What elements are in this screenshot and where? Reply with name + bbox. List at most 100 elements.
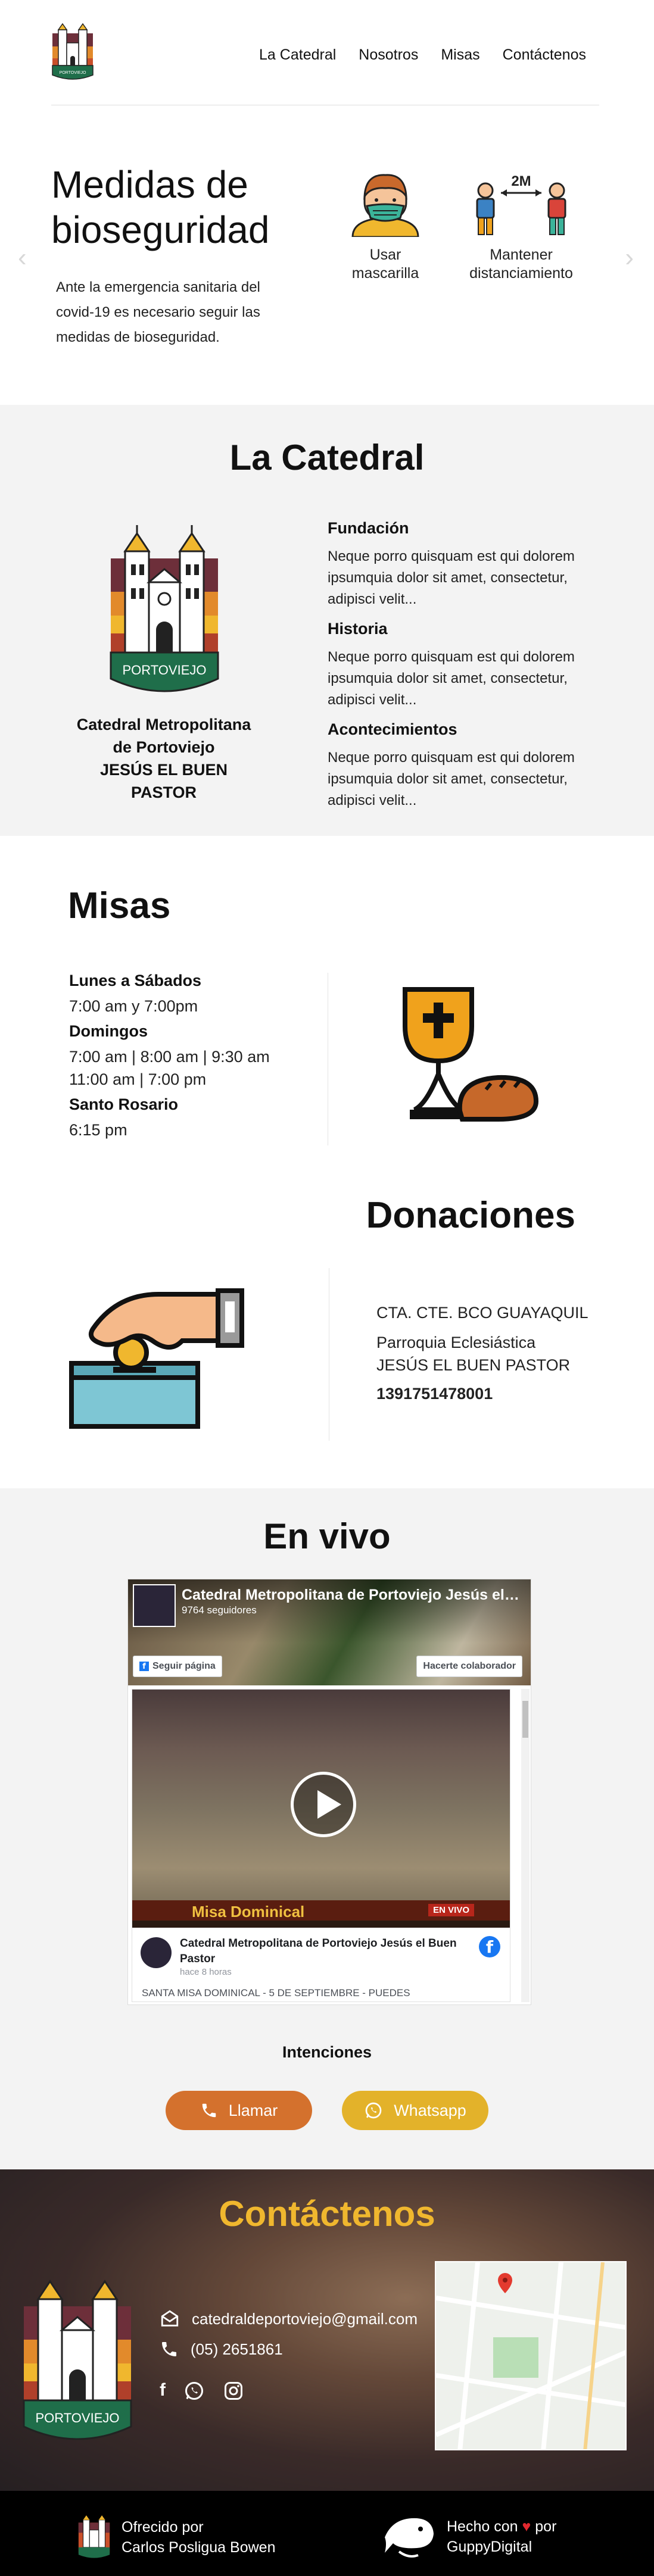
footer-credit-agency: Hecho con ♥ por GuppyDigital xyxy=(381,2513,556,2560)
footer-agency-name[interactable]: GuppyDigital xyxy=(447,2537,556,2557)
section-contactenos: Contáctenos PORTOVIEJO catedraldeportovi… xyxy=(0,2169,654,2491)
vivo-title: En vivo xyxy=(263,1516,391,1556)
contact-email[interactable]: catedraldeportoviejo@gmail.com xyxy=(160,2309,418,2329)
nav-link-misas[interactable]: Misas xyxy=(441,46,479,64)
facebook-icon[interactable]: f xyxy=(160,2380,166,2402)
catedral-info: Fundación Neque porro quisquam est qui d… xyxy=(328,519,590,821)
whatsapp-button[interactable]: Whatsapp xyxy=(342,2091,488,2130)
phone-icon xyxy=(162,2342,176,2356)
contact-phone-text[interactable]: (05) 2651861 xyxy=(191,2340,283,2359)
cathedral-logo[interactable]: PORTOVIEJO xyxy=(51,21,94,83)
fb-followers: 9764 seguidores xyxy=(182,1604,257,1616)
fb-post-caption: SANTA MISA DOMINICAL - 5 DE SEPTIEMBRE -… xyxy=(142,1987,410,1999)
whatsapp-icon xyxy=(365,2102,382,2119)
footer-made-prefix: Hecho con xyxy=(447,2518,518,2535)
account-number: 1391751478001 xyxy=(376,1385,493,1403)
nav-link-contactenos[interactable]: Contáctenos xyxy=(503,46,586,64)
call-label: Llamar xyxy=(228,2101,278,2119)
account-holder-line-1: Parroquia Eclesiástica xyxy=(376,1334,536,1351)
call-button[interactable]: Llamar xyxy=(166,2091,312,2130)
logo-text: PORTOVIEJO xyxy=(60,71,86,75)
fb-collab-button[interactable]: Hacerte colaborador xyxy=(416,1656,522,1677)
card-distance: 2M Mantener distanciamiento xyxy=(459,173,584,283)
section-misas: Misas Lunes a Sábados 7:00 am y 7:00pm D… xyxy=(0,836,654,1145)
schedule-day: Lunes a Sábados xyxy=(69,972,202,989)
fb-post-author[interactable]: Catedral Metropolitana de Portoviejo Jes… xyxy=(180,1936,466,1967)
heading-acontecimientos: Acontecimientos xyxy=(328,720,457,738)
footer: Ofrecido por Carlos Posligua Bowen Hecho… xyxy=(0,2491,654,2576)
schedule-time: 7:00 am y 7:00pm xyxy=(69,997,198,1015)
hero-title: Medidas de bioseguridad xyxy=(51,163,270,251)
facebook-page-embed[interactable]: Catedral Metropolitana de Portoviejo Jes… xyxy=(127,1579,531,2005)
nav-link-nosotros[interactable]: Nosotros xyxy=(359,46,418,64)
footer-author-text: Ofrecido por Carlos Posligua Bowen xyxy=(122,2517,275,2558)
carousel-prev-arrow[interactable]: ‹ xyxy=(18,243,27,273)
card-distance-label: Mantener distanciamiento xyxy=(469,246,573,282)
guppy-fish-icon[interactable] xyxy=(381,2513,436,2560)
location-map[interactable] xyxy=(435,2261,627,2450)
heart-icon: ♥ xyxy=(522,2518,531,2535)
bank-account: CTA. CTE. BCO GUAYAQUIL Parroquia Eclesi… xyxy=(376,1301,591,1405)
video-banner-title: Misa Dominical xyxy=(192,1903,305,1921)
footer-offered-line-2[interactable]: Carlos Posligua Bowen xyxy=(122,2537,275,2558)
fb-post-time[interactable]: hace 8 horas xyxy=(180,1967,232,1977)
contact-phone[interactable]: (05) 2651861 xyxy=(160,2340,283,2359)
social-distance-icon: 2M xyxy=(476,173,566,235)
nav-link-la-catedral[interactable]: La Catedral xyxy=(259,46,336,64)
contact-email-text[interactable]: catedraldeportoviejo@gmail.com xyxy=(192,2310,418,2328)
caption-line-2: de Portoviejo xyxy=(113,738,215,756)
text-fundacion: Neque porro quisquam est qui dolorem ips… xyxy=(328,548,575,607)
video-banner: Misa Dominical EN VIVO xyxy=(132,1900,510,1928)
chalice-bread-icon xyxy=(403,987,539,1122)
text-acontecimientos: Neque porro quisquam est qui dolorem ips… xyxy=(328,750,575,808)
schedule-time: 7:00 am | 8:00 am | 9:30 am xyxy=(69,1048,270,1066)
footer-agency-text: Hecho con ♥ por GuppyDigital xyxy=(447,2516,556,2557)
fb-post-avatar[interactable] xyxy=(141,1937,172,1968)
cathedral-caption: Catedral Metropolitana de Portoviejo JES… xyxy=(66,713,262,804)
schedule-time: 11:00 am | 7:00 pm xyxy=(69,1070,207,1088)
card-mask: Usar mascarilla xyxy=(335,173,436,283)
card-mask-label: Usar mascarilla xyxy=(351,246,419,282)
cathedral-emblem: PORTOVIEJO xyxy=(110,525,219,692)
fb-follow-label: Seguir página xyxy=(152,1661,216,1671)
play-icon[interactable] xyxy=(291,1772,356,1837)
misas-title: Misas xyxy=(68,885,171,926)
schedule-time: 6:15 pm xyxy=(69,1121,127,1139)
donation-hand-icon xyxy=(69,1288,244,1429)
section-en-vivo: En vivo Catedral Metropolitana de Portov… xyxy=(0,1488,654,2169)
heading-historia: Historia xyxy=(328,620,388,638)
phone-icon xyxy=(202,2103,216,2118)
fb-post: Misa Dominical EN VIVO Catedral Metropol… xyxy=(132,1689,510,2002)
fb-follow-button[interactable]: f Seguir página xyxy=(133,1656,222,1677)
fb-video[interactable]: Misa Dominical EN VIVO xyxy=(132,1690,510,1928)
fb-page-thumbnail[interactable] xyxy=(133,1584,176,1627)
fb-page-name[interactable]: Catedral Metropolitana de Portoviejo Jes… xyxy=(182,1587,521,1604)
schedule-day: Santo Rosario xyxy=(69,1095,179,1113)
contact-title: Contáctenos xyxy=(219,2194,435,2234)
top-nav: PORTOVIEJO La Catedral Nosotros Misas Co… xyxy=(0,0,654,107)
envelope-icon xyxy=(161,2310,179,2327)
donaciones-title: Donaciones xyxy=(366,1195,575,1236)
carousel-next-arrow[interactable]: › xyxy=(625,243,634,273)
catedral-title: La Catedral xyxy=(229,438,425,477)
fb-scrollbar[interactable] xyxy=(521,1689,530,2002)
caption-line-1: Catedral Metropolitana xyxy=(76,716,251,733)
account-type: CTA. CTE. BCO GUAYAQUIL xyxy=(376,1304,588,1322)
section-catedral: La Catedral PORTOVIEJO Catedral Metropol xyxy=(0,405,654,836)
biosecurity-carousel: ‹ › Medidas de bioseguridad Ante la emer… xyxy=(0,107,654,405)
instagram-icon[interactable] xyxy=(223,2380,244,2402)
fb-collab-label: Hacerte colaborador xyxy=(423,1661,516,1671)
mass-schedule: Lunes a Sábados 7:00 am y 7:00pm Domingo… xyxy=(69,967,307,1145)
social-links: f xyxy=(160,2380,244,2402)
footer-made-suffix: por xyxy=(535,2518,557,2535)
whatsapp-label: Whatsapp xyxy=(394,2101,466,2119)
intentions-label: Intenciones xyxy=(282,2043,372,2061)
facebook-icon[interactable]: f xyxy=(479,1936,500,1957)
section-donaciones: Donaciones CTA. CTE. BCO GUAYAQUIL Parro… xyxy=(0,1145,654,1488)
fb-cover: Catedral Metropolitana de Portoviejo Jes… xyxy=(128,1579,531,1685)
page: PORTOVIEJO La Catedral Nosotros Misas Co… xyxy=(0,0,654,2576)
emblem-text: PORTOVIEJO xyxy=(35,2410,119,2425)
account-holder-line-2: JESÚS EL BUEN PASTOR xyxy=(376,1356,571,1374)
whatsapp-icon[interactable] xyxy=(183,2380,205,2402)
distance-label: 2M xyxy=(511,173,531,189)
